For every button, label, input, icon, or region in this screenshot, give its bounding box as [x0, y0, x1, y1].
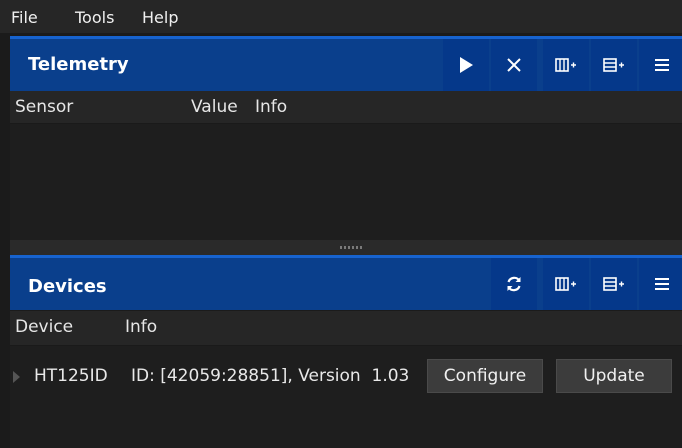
column-info[interactable]: Info [125, 317, 157, 337]
column-sensor[interactable]: Sensor [15, 97, 73, 117]
add-row-icon [603, 277, 624, 291]
menu-file[interactable]: File [11, 8, 38, 27]
add-row-icon [603, 58, 624, 72]
devices-title: Devices [28, 276, 107, 297]
menu-icon [655, 59, 669, 71]
devices-columns: Device Info [10, 311, 682, 346]
column-device[interactable]: Device [15, 317, 73, 337]
add-column-button[interactable] [543, 258, 589, 310]
menu-help[interactable]: Help [142, 8, 178, 27]
devices-header: Devices [10, 255, 682, 310]
splitter-grip-icon [340, 246, 362, 249]
refresh-icon [507, 276, 521, 292]
add-column-icon [555, 58, 576, 72]
play-button[interactable] [443, 39, 489, 91]
device-name: HT125ID [34, 366, 108, 386]
column-value[interactable]: Value [191, 97, 238, 117]
add-column-button[interactable] [543, 39, 589, 91]
close-icon [507, 58, 521, 72]
close-button[interactable] [491, 39, 537, 91]
add-row-button[interactable] [591, 39, 637, 91]
update-button[interactable]: Update [556, 359, 672, 393]
add-row-button[interactable] [591, 258, 637, 310]
devices-menu-button[interactable] [639, 258, 682, 310]
menu-icon [655, 278, 669, 290]
menu-bar: File Tools Help [0, 0, 682, 33]
device-info: ID: [42059:28851], Version 1.03 [131, 366, 410, 386]
telemetry-columns: Sensor Value Info [10, 91, 682, 124]
add-column-icon [555, 277, 576, 291]
expand-arrow-icon[interactable] [12, 370, 21, 384]
menu-tools[interactable]: Tools [75, 8, 114, 27]
telemetry-title: Telemetry [28, 54, 129, 75]
telemetry-header: Telemetry [10, 36, 682, 91]
telemetry-list [10, 124, 682, 240]
panel-splitter[interactable] [10, 240, 682, 255]
column-info[interactable]: Info [255, 97, 287, 117]
device-row[interactable]: HT125ID ID: [42059:28851], Version 1.03 … [10, 357, 682, 397]
configure-button[interactable]: Configure [427, 359, 543, 393]
play-icon [460, 57, 473, 73]
telemetry-menu-button[interactable] [639, 39, 682, 91]
refresh-button[interactable] [491, 258, 537, 310]
